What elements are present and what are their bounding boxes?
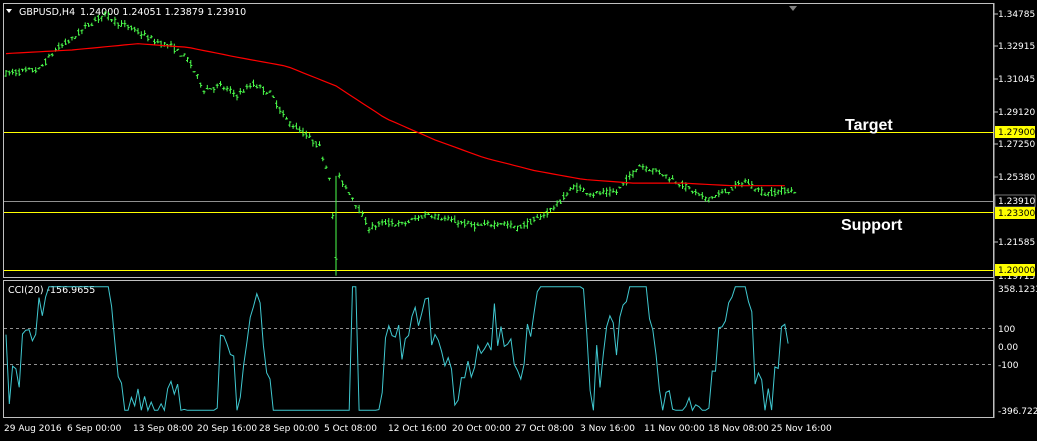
time-label: 13 Sep 08:00: [133, 424, 193, 434]
time-label: 20 Oct 00:00: [452, 424, 511, 434]
time-label: 6 Sep 00:00: [67, 424, 122, 434]
price-tick: 1.32915: [998, 42, 1035, 52]
price-tick: 1.29120: [998, 108, 1035, 118]
time-label: 29 Aug 2016: [4, 424, 62, 434]
cci-tick: 358.1233: [998, 285, 1037, 295]
time-label: 27 Oct 08:00: [515, 424, 574, 434]
indicator-axis: 358.1233 100 0.00 -100 -396.7221: [998, 285, 1037, 417]
time-label: 5 Oct 08:00: [324, 424, 377, 434]
price-tick: 1.27250: [998, 140, 1035, 150]
cci-tick: -396.7221: [998, 407, 1037, 417]
price-tick: 1.31045: [998, 75, 1035, 85]
support-price-text: 1.23300: [998, 209, 1035, 219]
time-label: 18 Nov 08:00: [708, 424, 769, 434]
time-label: 25 Nov 16:00: [771, 424, 832, 434]
cci-tick: 100: [998, 325, 1015, 335]
cci-tick: 0.00: [998, 343, 1018, 353]
time-label: 20 Sep 16:00: [197, 424, 257, 434]
time-axis: 29 Aug 2016 6 Sep 00:00 13 Sep 08:00 20 …: [4, 424, 832, 434]
lower-price-text: 1.20000: [998, 266, 1035, 276]
time-label: 3 Nov 16:00: [580, 424, 635, 434]
target-annotation: Target: [845, 117, 893, 134]
chart-window[interactable]: GBPUSD,H4 1.24000 1.24051 1.23879 1.2391…: [0, 0, 1037, 441]
price-tick: 1.34785: [998, 10, 1035, 20]
time-label: 12 Oct 16:00: [388, 424, 447, 434]
support-annotation: Support: [841, 217, 903, 234]
time-label: 11 Nov 00:00: [644, 424, 705, 434]
price-tick: 1.25380: [998, 173, 1035, 183]
symbol-label: GBPUSD,H4: [19, 7, 75, 18]
price-axis: 1.34785 1.32915 1.31045 1.29120 1.27250 …: [994, 10, 1035, 282]
current-price-text: 1.23910: [998, 197, 1035, 207]
cci-tick: -100: [998, 361, 1019, 371]
indicator-frame: [3, 280, 994, 418]
price-bar: [209, 88, 213, 90]
target-price-text: 1.27900: [998, 128, 1035, 138]
time-label: 28 Sep 00:00: [259, 424, 319, 434]
price-tick: 1.21585: [998, 238, 1035, 248]
